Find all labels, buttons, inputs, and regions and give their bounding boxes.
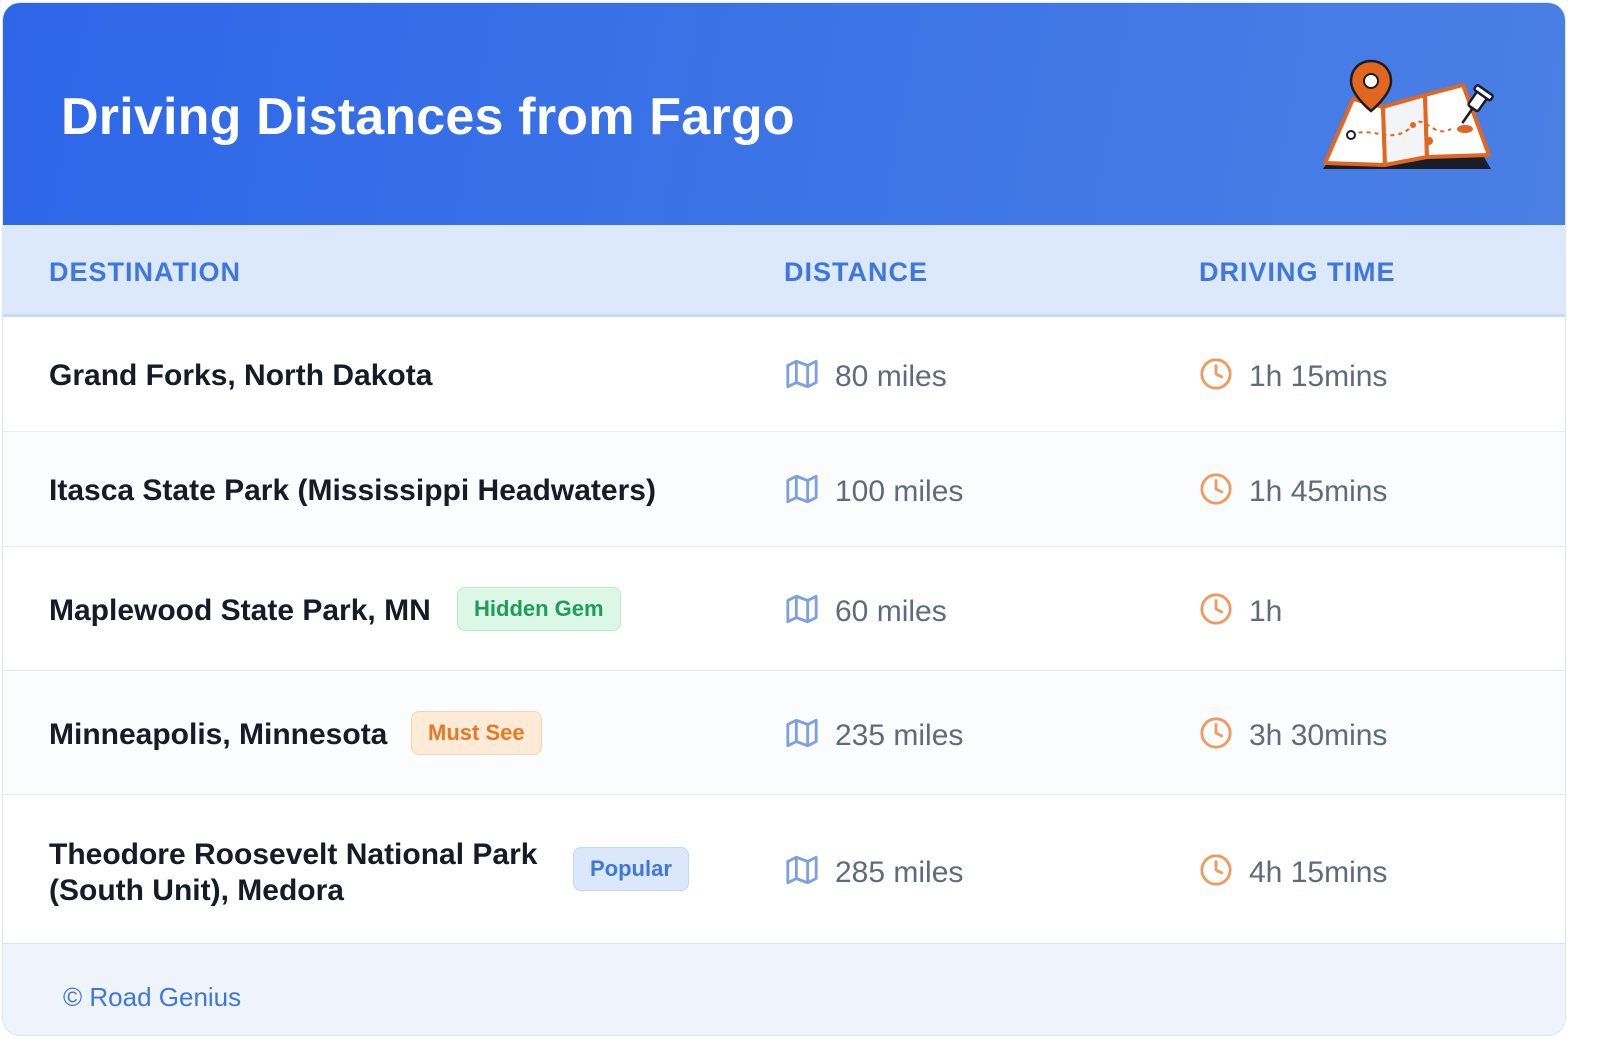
- badge-hidden-gem: Hidden Gem: [457, 587, 621, 631]
- column-header-distance[interactable]: DISTANCE: [784, 257, 928, 288]
- map-icon: [786, 474, 818, 504]
- badge-popular: Popular: [573, 847, 689, 891]
- page-title: Driving Distances from Fargo: [61, 88, 795, 146]
- distance-value: 285 miles: [835, 856, 964, 889]
- map-icon: [786, 855, 818, 885]
- map-icon: [786, 718, 818, 748]
- clock-icon: [1200, 358, 1232, 390]
- destination-name-line-1: Theodore Roosevelt National Park: [49, 838, 538, 871]
- map-icon: [786, 594, 818, 624]
- table-header: DESTINATION DISTANCE DRIVING TIME: [3, 225, 1565, 317]
- clock-icon: [1200, 473, 1232, 505]
- distance-value: 100 miles: [835, 475, 964, 508]
- table-row: Theodore Roosevelt National Park (South …: [3, 795, 1565, 943]
- driving-time-value: 1h: [1249, 595, 1283, 628]
- driving-time-value: 1h 45mins: [1249, 475, 1388, 508]
- column-header-destination[interactable]: DESTINATION: [49, 257, 241, 288]
- distance-value: 60 miles: [835, 595, 947, 628]
- distance-value: 80 miles: [835, 360, 947, 393]
- copyright-credit: © Road Genius: [63, 982, 242, 1012]
- distance-table-card: Driving Distances from Fargo DESTINATION…: [2, 2, 1566, 1036]
- badge-must-see: Must See: [411, 711, 542, 755]
- table-row: Grand Forks, North Dakota 80 miles 1h 15…: [3, 317, 1565, 432]
- clock-icon: [1200, 717, 1232, 749]
- destination-name: Minneapolis, Minnesota: [49, 718, 388, 751]
- map-icon: [786, 359, 818, 389]
- destination-name: Maplewood State Park, MN: [49, 594, 431, 627]
- header-banner: Driving Distances from Fargo: [3, 3, 1565, 225]
- clock-icon: [1200, 593, 1232, 625]
- column-header-driving-time[interactable]: DRIVING TIME: [1199, 257, 1396, 288]
- clock-icon: [1200, 854, 1232, 886]
- destination-name: Grand Forks, North Dakota: [49, 359, 433, 392]
- footer: © Road Genius: [3, 943, 1565, 1035]
- destination-name: Itasca State Park (Mississippi Headwater…: [49, 474, 656, 507]
- map-with-pin-icon: [1323, 59, 1494, 169]
- driving-time-value: 3h 30mins: [1249, 719, 1388, 752]
- table-row: Minneapolis, Minnesota Must See 235 mile…: [3, 671, 1565, 795]
- driving-time-value: 4h 15mins: [1249, 856, 1388, 889]
- table-row: Maplewood State Park, MN Hidden Gem 60 m…: [3, 547, 1565, 671]
- distance-value: 235 miles: [835, 719, 964, 752]
- driving-time-value: 1h 15mins: [1249, 360, 1388, 393]
- table-row: Itasca State Park (Mississippi Headwater…: [3, 432, 1565, 547]
- destination-name-line-2: (South Unit), Medora: [49, 874, 344, 907]
